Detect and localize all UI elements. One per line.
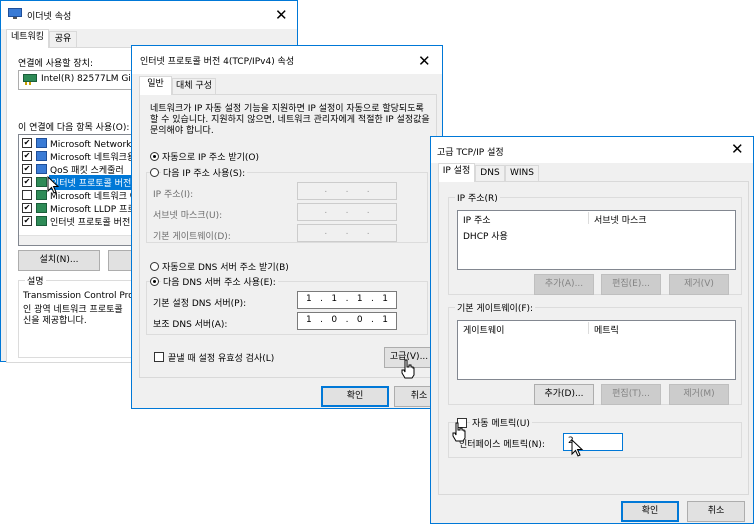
auto-dns-label[interactable]: 자동으로 DNS 서버 주소 받기(B) bbox=[162, 260, 289, 273]
validate-label[interactable]: 끝낼 때 설정 유효성 검사(L) bbox=[168, 351, 274, 364]
manual-ip-radio[interactable] bbox=[150, 168, 159, 177]
item-checkbox[interactable] bbox=[22, 190, 32, 200]
auto-ip-radio[interactable] bbox=[150, 152, 159, 161]
items-label: 이 연결에 다음 항목 사용(O): bbox=[18, 123, 130, 133]
title-bar[interactable]: 인터넷 프로토콜 버전 4(TCP/IPv4) 속성 bbox=[132, 46, 442, 74]
preferred-dns-label: 기본 설정 DNS 서버(P): bbox=[153, 299, 247, 309]
ok-button[interactable]: 확인 bbox=[321, 386, 389, 407]
item-label: Microsoft 네트워크용 bbox=[50, 153, 136, 163]
gateway-group: 기본 게이트웨이(F): 게이트웨이 메트릭 추가(D)... 편집(T)...… bbox=[448, 301, 742, 405]
protocol-icon bbox=[36, 177, 47, 187]
protocol-icon bbox=[36, 190, 47, 200]
column-divider bbox=[588, 322, 589, 334]
auto-dns-radio[interactable] bbox=[150, 262, 159, 271]
window-title: 이더넷 속성 bbox=[27, 12, 72, 22]
mouse-cursor-icon bbox=[47, 176, 60, 194]
tab-alternate-config[interactable]: 대체 구성 bbox=[172, 78, 216, 95]
ip-edit-button[interactable]: 편집(E)... bbox=[601, 274, 661, 295]
protocol-icon bbox=[36, 216, 47, 226]
close-icon[interactable]: ✕ bbox=[731, 140, 744, 158]
item-checkbox[interactable]: ✔ bbox=[22, 203, 32, 213]
manual-dns-label[interactable]: 다음 DNS 서버 주소 사용(E): bbox=[161, 275, 278, 288]
validate-checkbox[interactable] bbox=[154, 352, 164, 362]
general-panel: 네트워크가 IP 자동 설정 기능을 지원하면 IP 설정이 자동으로 할당되도… bbox=[139, 94, 437, 378]
auto-metric-label[interactable]: 자동 메트릭(U) bbox=[470, 416, 532, 429]
manual-dns-group: 다음 DNS 서버 주소 사용(E): 기본 설정 DNS 서버(P): 1. … bbox=[146, 275, 428, 335]
subnet-field: ... bbox=[297, 203, 397, 221]
description-label: 설명 bbox=[25, 274, 46, 287]
window-title: 고급 TCP/IP 설정 bbox=[437, 148, 504, 158]
item-label: Microsoft LLDP 프로토 bbox=[50, 205, 144, 215]
close-icon[interactable]: ✕ bbox=[275, 6, 288, 24]
description-group: 설명 Transmission Control Protoc 인 광역 네트워크… bbox=[18, 274, 148, 358]
ip-settings-panel: IP 주소(R) IP 주소 서브넷 마스크 DHCP 사용 추가(A)... … bbox=[438, 181, 749, 495]
gateway-remove-button[interactable]: 제거(M) bbox=[669, 384, 729, 405]
ip-address-field: ... bbox=[297, 182, 397, 200]
title-bar[interactable]: 고급 TCP/IP 설정 bbox=[431, 137, 753, 163]
preferred-dns-field[interactable]: 1. 1. 1. 1 bbox=[297, 291, 397, 309]
hand-cursor-icon bbox=[401, 359, 415, 379]
gateway-label: 기본 게이트웨이(D): bbox=[153, 232, 231, 242]
item-checkbox[interactable]: ✔ bbox=[22, 138, 32, 148]
item-checkbox[interactable]: ✔ bbox=[22, 177, 32, 187]
intro-line: 문의해야 합니다. bbox=[150, 126, 214, 136]
ip-address-group-label: IP 주소(R) bbox=[455, 191, 500, 204]
protocol-icon bbox=[36, 203, 47, 213]
cancel-button[interactable]: 취소 bbox=[687, 501, 745, 522]
gateway-field: ... bbox=[297, 224, 397, 242]
item-checkbox[interactable]: ✔ bbox=[22, 151, 32, 161]
ip-address-list[interactable]: IP 주소 서브넷 마스크 DHCP 사용 bbox=[457, 210, 736, 270]
tab-general[interactable]: 일반 bbox=[139, 76, 172, 95]
gateway-group-label: 기본 게이트웨이(F): bbox=[455, 301, 536, 314]
title-bar[interactable]: 이더넷 속성 bbox=[1, 1, 297, 29]
service-icon bbox=[36, 151, 47, 161]
advanced-tcpip-window: 고급 TCP/IP 설정 IP 설정 DNS WINS IP 주소(R) IP … bbox=[430, 136, 754, 524]
subnet-label: 서브넷 마스크(U): bbox=[153, 211, 223, 221]
gateway-edit-button[interactable]: 편집(T)... bbox=[601, 384, 661, 405]
tab-wins[interactable]: WINS bbox=[505, 165, 539, 182]
alternate-dns-field[interactable]: 1. 0. 0. 1 bbox=[297, 312, 397, 330]
alternate-dns-label: 보조 DNS 서버(A): bbox=[153, 320, 228, 330]
column-header-metric[interactable]: 메트릭 bbox=[594, 323, 619, 336]
client-icon bbox=[36, 138, 47, 148]
item-label: Microsoft 네트워크 어 bbox=[50, 192, 139, 202]
description-line: 신을 제공합니다. bbox=[23, 316, 87, 326]
manual-dns-radio[interactable] bbox=[150, 277, 159, 286]
manual-ip-label[interactable]: 다음 IP 주소 사용(S): bbox=[161, 166, 248, 179]
close-icon[interactable]: ✕ bbox=[418, 52, 431, 70]
tab-dns[interactable]: DNS bbox=[475, 165, 505, 182]
interface-metric-label: 인터페이스 메트릭(N): bbox=[459, 440, 545, 450]
column-header-subnet[interactable]: 서브넷 마스크 bbox=[594, 213, 647, 226]
ip-remove-button[interactable]: 제거(V) bbox=[669, 274, 729, 295]
tab-ip-settings[interactable]: IP 설정 bbox=[438, 163, 475, 182]
network-card-icon bbox=[23, 74, 37, 85]
item-checkbox[interactable]: ✔ bbox=[22, 164, 32, 174]
auto-ip-label[interactable]: 자동으로 IP 주소 받기(O) bbox=[162, 150, 259, 163]
ip-address-label: IP 주소(I): bbox=[153, 190, 194, 200]
metric-group: 자동 메트릭(U) 인터페이스 메트릭(N): 2 bbox=[448, 416, 742, 458]
ipv4-properties-window: 인터넷 프로토콜 버전 4(TCP/IPv4) 속성 일반 대체 구성 네트워크… bbox=[131, 45, 444, 409]
window-title: 인터넷 프로토콜 버전 4(TCP/IPv4) 속성 bbox=[140, 57, 295, 67]
column-header-gateway[interactable]: 게이트웨이 bbox=[463, 323, 504, 336]
manual-ip-group: 다음 IP 주소 사용(S): IP 주소(I): ... 서브넷 마스크(U)… bbox=[146, 166, 428, 243]
description-line: Transmission Control Protoc bbox=[23, 291, 148, 301]
item-checkbox[interactable]: ✔ bbox=[22, 216, 32, 226]
mouse-cursor-icon bbox=[571, 439, 584, 457]
hand-cursor-icon bbox=[452, 422, 466, 442]
gateway-add-button[interactable]: 추가(D)... bbox=[534, 384, 594, 405]
column-header-ip[interactable]: IP 주소 bbox=[463, 213, 491, 226]
install-button[interactable]: 설치(N)... bbox=[18, 250, 100, 271]
network-adapter-icon bbox=[8, 8, 22, 19]
tab-networking[interactable]: 네트워킹 bbox=[6, 29, 49, 48]
ip-add-button[interactable]: 추가(A)... bbox=[534, 274, 594, 295]
ip-address-group: IP 주소(R) IP 주소 서브넷 마스크 DHCP 사용 추가(A)... … bbox=[448, 191, 742, 295]
ok-button[interactable]: 확인 bbox=[621, 501, 679, 522]
item-label: 인터넷 프로토콜 버전 bbox=[50, 218, 131, 228]
tab-sharing[interactable]: 공유 bbox=[49, 31, 77, 48]
service-icon bbox=[36, 164, 47, 174]
gateway-list[interactable]: 게이트웨이 메트릭 bbox=[457, 320, 736, 380]
table-row[interactable]: DHCP 사용 bbox=[463, 229, 508, 242]
column-divider bbox=[588, 212, 589, 224]
connect-using-label: 연결에 사용할 장치: bbox=[18, 59, 93, 69]
